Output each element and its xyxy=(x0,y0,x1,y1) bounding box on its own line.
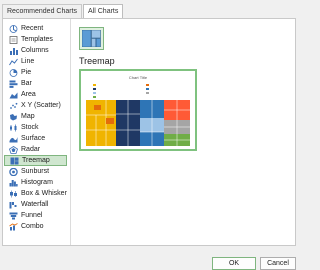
sidebar-item-label: Templates xyxy=(21,36,53,43)
sidebar-item-bar[interactable]: Bar xyxy=(4,78,67,89)
legend-swatch xyxy=(146,92,150,95)
radar-icon xyxy=(9,145,18,154)
sidebar-item-treemap[interactable]: Treemap xyxy=(4,155,67,166)
stock-icon xyxy=(9,124,18,132)
chart-content-area: Treemap Chart Title xyxy=(72,19,295,245)
combo-icon xyxy=(9,222,18,231)
chart-type-tabs: Recommended Charts All Charts xyxy=(2,4,124,18)
sidebar-item-map[interactable]: Map xyxy=(4,111,67,122)
sidebar-item-label: Box & Whisker xyxy=(21,190,67,197)
sidebar-item-pie[interactable]: Pie xyxy=(4,67,67,78)
legend-swatch xyxy=(93,84,97,87)
sidebar-item-combo[interactable]: Combo xyxy=(4,221,67,232)
sidebar-item-line[interactable]: Line xyxy=(4,56,67,67)
columns-icon xyxy=(9,47,18,55)
funnel-icon xyxy=(9,212,18,220)
preview-chart-title: Chart Title xyxy=(128,75,148,80)
sidebar-item-label: Radar xyxy=(21,146,41,153)
legend-swatch xyxy=(146,84,150,87)
waterfall-icon xyxy=(9,201,18,209)
sidebar-item-label: Surface xyxy=(21,135,46,142)
sidebar-item-templates[interactable]: Templates xyxy=(4,34,67,45)
box-whisker-icon xyxy=(9,190,18,198)
sidebar-item-label: Map xyxy=(21,113,35,120)
sidebar-item-box-whisker[interactable]: Box & Whisker xyxy=(4,188,67,199)
treemap-subtype-thumbnail[interactable] xyxy=(79,27,104,50)
treemap-thumbnail-icon xyxy=(81,29,101,48)
preview-legend xyxy=(91,83,191,99)
sidebar-item-label: Pie xyxy=(21,69,32,76)
sidebar-item-label: Treemap xyxy=(22,157,50,164)
sidebar-item-label: Recent xyxy=(21,25,44,32)
sidebar-item-scatter[interactable]: X Y (Scatter) xyxy=(4,100,67,111)
bar-icon xyxy=(9,80,18,88)
cancel-button[interactable]: Cancel xyxy=(260,257,296,270)
sunburst-icon xyxy=(9,167,18,176)
chart-type-heading: Treemap xyxy=(79,56,115,66)
recent-icon xyxy=(9,24,18,33)
treemap-icon xyxy=(10,157,19,165)
pie-icon xyxy=(9,68,18,77)
tab-recommended-charts[interactable]: Recommended Charts xyxy=(2,4,83,18)
sidebar-item-label: Waterfall xyxy=(21,201,49,208)
templates-icon xyxy=(9,35,18,44)
legend-swatch xyxy=(93,88,97,91)
legend-swatch xyxy=(93,92,97,95)
sidebar-item-waterfall[interactable]: Waterfall xyxy=(4,199,67,210)
sidebar-item-stock[interactable]: Stock xyxy=(4,122,67,133)
histogram-icon xyxy=(9,179,18,187)
sidebar-item-histogram[interactable]: Histogram xyxy=(4,177,67,188)
surface-icon xyxy=(9,135,18,143)
sidebar-item-label: Stock xyxy=(21,124,39,131)
sidebar-item-area[interactable]: Area xyxy=(4,89,67,100)
sidebar-item-recent[interactable]: Recent xyxy=(4,23,67,34)
map-icon xyxy=(9,113,18,121)
treemap-preview-graphic xyxy=(86,100,190,146)
sidebar-item-columns[interactable]: Columns xyxy=(4,45,67,56)
area-icon xyxy=(9,91,18,99)
sidebar-item-surface[interactable]: Surface xyxy=(4,133,67,144)
sidebar-item-radar[interactable]: Radar xyxy=(4,144,67,155)
treemap-preview[interactable]: Chart Title xyxy=(79,69,197,151)
sidebar-item-label: Area xyxy=(21,91,36,98)
legend-swatch xyxy=(146,88,150,91)
scatter-icon xyxy=(9,102,18,110)
sidebar-item-funnel[interactable]: Funnel xyxy=(4,210,67,221)
sidebar-item-label: Line xyxy=(21,58,35,65)
sidebar-item-label: Combo xyxy=(21,223,44,230)
ok-button[interactable]: OK xyxy=(212,257,256,270)
tab-all-charts[interactable]: All Charts xyxy=(83,4,124,18)
sidebar-item-label: Histogram xyxy=(21,179,53,186)
sidebar-item-label: X Y (Scatter) xyxy=(21,102,61,109)
chart-type-list: Recent Templates Columns Line Pie Bar Area X Y … xyxy=(3,19,71,245)
sidebar-item-label: Bar xyxy=(21,80,32,87)
sidebar-item-label: Funnel xyxy=(21,212,43,219)
line-icon xyxy=(9,58,18,66)
sidebar-item-label: Sunburst xyxy=(21,168,50,175)
legend-swatch xyxy=(93,96,97,99)
sidebar-item-sunburst[interactable]: Sunburst xyxy=(4,166,67,177)
all-charts-panel: Recent Templates Columns Line Pie Bar Area X Y … xyxy=(2,18,296,246)
sidebar-item-label: Columns xyxy=(21,47,49,54)
